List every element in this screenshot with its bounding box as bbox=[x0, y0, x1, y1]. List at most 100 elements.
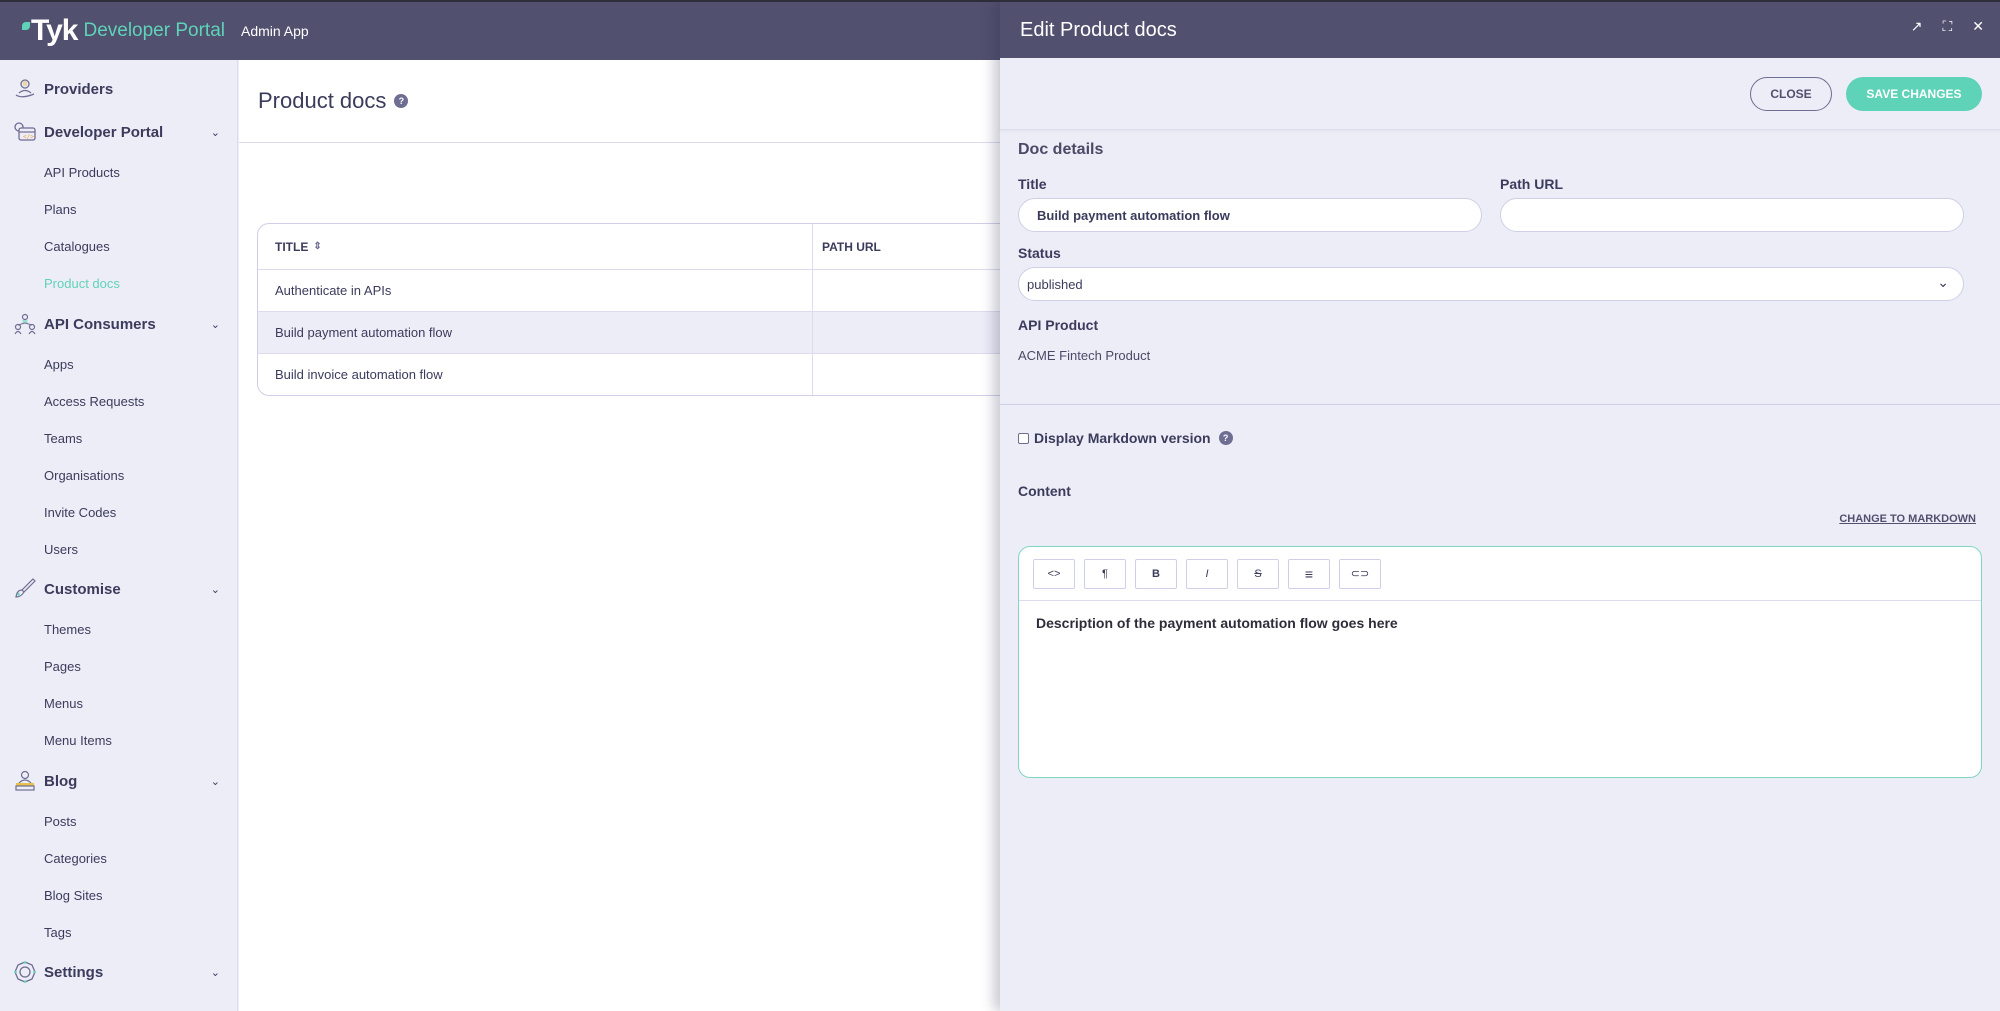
sidebar-group-label: Developer Portal bbox=[44, 123, 164, 141]
drawer-title: Edit Product docs bbox=[1020, 18, 1177, 41]
title-label: Title bbox=[1018, 176, 1047, 192]
strikethrough-icon[interactable]: S bbox=[1237, 558, 1279, 589]
chevron-down-icon[interactable]: ⌄ bbox=[211, 775, 220, 788]
table-row[interactable]: Build invoice automation flow bbox=[258, 353, 1056, 395]
change-to-markdown-link[interactable]: CHANGE TO MARKDOWN bbox=[1839, 513, 1976, 525]
sidebar-item-plans[interactable]: Plans bbox=[44, 200, 77, 220]
code-icon[interactable]: <> bbox=[1033, 558, 1075, 589]
sidebar-item-access-requests[interactable]: Access Requests bbox=[44, 392, 144, 412]
chevron-down-icon[interactable]: ⌄ bbox=[211, 966, 220, 979]
main-content: Product docs ? TITLE ⇕ PATH URL Authenti… bbox=[239, 60, 1057, 1011]
rich-text-editor: <> ¶ B I S ≡ ⊂⊃ Description of the payme… bbox=[1018, 546, 1982, 778]
sidebar-group-label: Settings bbox=[44, 963, 104, 981]
help-icon[interactable]: ? bbox=[394, 94, 409, 108]
column-label: TITLE bbox=[275, 239, 309, 254]
status-select[interactable]: published ⌄ bbox=[1018, 267, 1964, 301]
sidebar-group-api-consumers[interactable]: API Consumers ⌄ bbox=[0, 307, 238, 341]
editor-content[interactable]: Description of the payment automation fl… bbox=[1019, 601, 1981, 645]
gear-icon bbox=[12, 959, 38, 985]
edit-drawer: Edit Product docs ↗ ⛶ ✕ CLOSE SAVE CHANG… bbox=[1000, 0, 2000, 1011]
developer-portal-icon: </> bbox=[12, 119, 38, 145]
api-product-value: ACME Fintech Product bbox=[1018, 348, 1151, 363]
sidebar-item-pages[interactable]: Pages bbox=[44, 657, 81, 677]
close-button[interactable]: CLOSE bbox=[1750, 76, 1832, 111]
column-header-title[interactable]: TITLE ⇕ bbox=[258, 224, 813, 269]
content-label: Content bbox=[1018, 483, 1071, 499]
logo-text: Tyk bbox=[31, 14, 78, 47]
product-name: Developer Portal bbox=[83, 20, 225, 41]
sidebar-item-categories[interactable]: Categories bbox=[44, 849, 107, 869]
drawer-header: Edit Product docs ↗ ⛶ ✕ bbox=[1000, 0, 2000, 58]
sidebar-item-themes[interactable]: Themes bbox=[44, 620, 91, 640]
leaf-icon bbox=[22, 22, 30, 30]
paragraph-icon[interactable]: ¶ bbox=[1084, 558, 1126, 589]
sidebar-item-blog-sites[interactable]: Blog Sites bbox=[44, 886, 103, 906]
italic-icon[interactable]: I bbox=[1186, 558, 1228, 589]
api-product-label: API Product bbox=[1018, 317, 1099, 333]
sidebar-group-label: Blog bbox=[44, 772, 78, 790]
cell-title: Authenticate in APIs bbox=[258, 270, 813, 311]
chevron-down-icon[interactable]: ⌄ bbox=[211, 126, 220, 139]
drawer-action-bar: CLOSE SAVE CHANGES bbox=[1000, 58, 2000, 130]
save-changes-button[interactable]: SAVE CHANGES bbox=[1846, 76, 1982, 111]
blog-icon bbox=[12, 768, 38, 794]
status-value: published bbox=[1027, 276, 1083, 292]
bold-icon[interactable]: B bbox=[1135, 558, 1177, 589]
sidebar-group-settings[interactable]: Settings ⌄ bbox=[0, 955, 238, 989]
open-external-icon[interactable]: ↗ bbox=[1911, 18, 1923, 35]
sidebar-group-developer-portal[interactable]: </> Developer Portal ⌄ bbox=[0, 115, 238, 149]
table-row[interactable]: Build payment automation flow bbox=[258, 311, 1056, 353]
sidebar-item-invite-codes[interactable]: Invite Codes bbox=[44, 503, 116, 523]
app-name: Admin App bbox=[241, 23, 309, 39]
chevron-down-icon[interactable]: ⌄ bbox=[211, 583, 220, 596]
tyk-logo[interactable]: Tyk Developer Portal Admin App bbox=[22, 14, 309, 48]
close-icon[interactable]: ✕ bbox=[1972, 18, 1984, 35]
checkbox-label: Display Markdown version bbox=[1034, 430, 1211, 446]
sidebar-item-menus[interactable]: Menus bbox=[44, 694, 83, 714]
sidebar-group-label: Customise bbox=[44, 580, 121, 598]
chevron-down-icon: ⌄ bbox=[1937, 274, 1949, 290]
sidebar-group-label: Providers bbox=[44, 80, 114, 98]
sidebar-item-menu-items[interactable]: Menu Items bbox=[44, 731, 112, 751]
brush-icon bbox=[12, 576, 38, 602]
sidebar-group-label: API Consumers bbox=[44, 315, 156, 333]
sidebar-item-apps[interactable]: Apps bbox=[44, 355, 74, 375]
sidebar-item-posts[interactable]: Posts bbox=[44, 812, 77, 832]
sidebar-item-catalogues[interactable]: Catalogues bbox=[44, 237, 110, 257]
sidebar-group-blog[interactable]: Blog ⌄ bbox=[0, 764, 238, 798]
expand-icon[interactable]: ⛶ bbox=[1942, 18, 1952, 35]
sidebar: Providers </> Developer Portal ⌄ API Pro… bbox=[0, 60, 238, 1011]
providers-icon bbox=[12, 76, 38, 102]
cell-title: Build payment automation flow bbox=[258, 312, 813, 353]
sidebar-group-providers[interactable]: Providers bbox=[0, 72, 238, 106]
editor-toolbar: <> ¶ B I S ≡ ⊂⊃ bbox=[1019, 547, 1981, 601]
api-consumers-icon bbox=[12, 311, 38, 337]
chevron-down-icon[interactable]: ⌄ bbox=[211, 318, 220, 331]
link-icon[interactable]: ⊂⊃ bbox=[1339, 558, 1381, 589]
sort-icon[interactable]: ⇕ bbox=[313, 241, 321, 252]
section-title: Doc details bbox=[1018, 141, 1104, 158]
page-title: Product docs bbox=[258, 88, 387, 113]
path-url-input[interactable] bbox=[1500, 198, 1964, 232]
sidebar-item-product-docs[interactable]: Product docs bbox=[44, 274, 120, 294]
table-header: TITLE ⇕ PATH URL bbox=[258, 224, 1056, 269]
list-icon[interactable]: ≡ bbox=[1288, 558, 1330, 589]
path-url-label: Path URL bbox=[1500, 176, 1563, 192]
docs-table: TITLE ⇕ PATH URL Authenticate in APIs Bu… bbox=[257, 223, 1057, 396]
display-markdown-checkbox[interactable] bbox=[1018, 432, 1029, 444]
sidebar-group-customise[interactable]: Customise ⌄ bbox=[0, 572, 238, 606]
table-row[interactable]: Authenticate in APIs bbox=[258, 269, 1056, 311]
sidebar-item-organisations[interactable]: Organisations bbox=[44, 466, 124, 486]
status-label: Status bbox=[1018, 245, 1061, 261]
sidebar-item-tags[interactable]: Tags bbox=[44, 923, 71, 943]
sidebar-item-users[interactable]: Users bbox=[44, 540, 78, 560]
title-input[interactable] bbox=[1018, 198, 1482, 232]
sidebar-item-api-products[interactable]: API Products bbox=[44, 163, 120, 183]
markdown-toggle: Display Markdown version ? bbox=[1018, 430, 1233, 446]
svg-text:</>: </> bbox=[23, 134, 34, 141]
help-icon[interactable]: ? bbox=[1218, 431, 1233, 445]
divider bbox=[1000, 404, 2000, 405]
cell-title: Build invoice automation flow bbox=[258, 354, 813, 395]
sidebar-item-teams[interactable]: Teams bbox=[44, 429, 82, 449]
page-header: Product docs ? bbox=[239, 60, 1000, 143]
